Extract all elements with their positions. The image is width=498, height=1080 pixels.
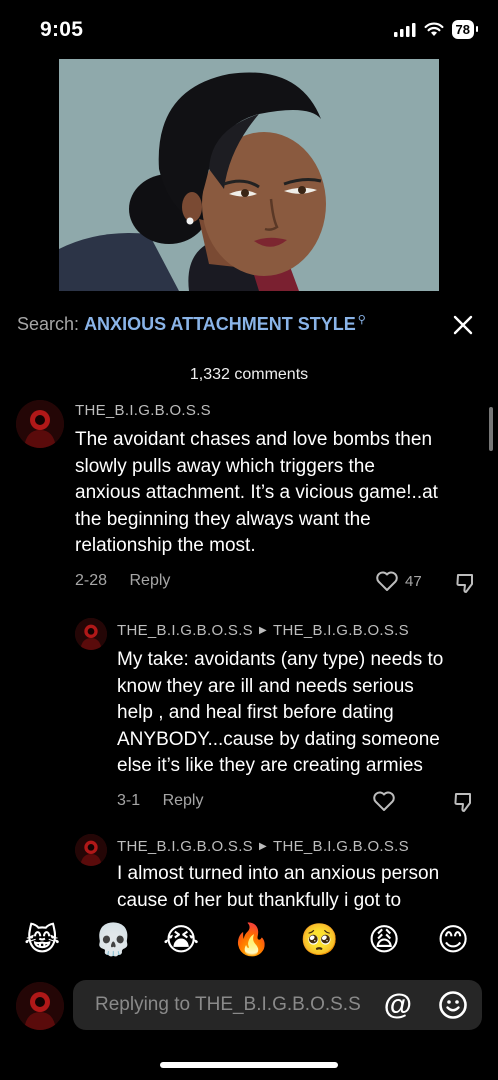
scrollbar[interactable] [489, 407, 493, 451]
comment-username[interactable]: THE_B.I.G.B.O.S.S ▶ THE_B.I.G.B.O.S.S [117, 838, 409, 855]
like-button[interactable]: 47 [375, 570, 422, 592]
like-count: 47 [405, 572, 422, 590]
search-icon: ⚲ [357, 314, 366, 326]
comment-text-line: The avoidant chases and love bombs then [75, 429, 433, 450]
search-label: Search: [17, 314, 80, 334]
comment-text-line: else it’s like they are creating armies [117, 755, 423, 776]
status-icons: 78 [393, 20, 479, 39]
emoji-crying[interactable]: 😭 [163, 920, 199, 960]
emoji-smile[interactable]: 😊 [437, 920, 469, 960]
avatar[interactable] [75, 834, 107, 866]
comment-text: The avoidant chases and love bombs then … [75, 427, 438, 560]
comment-text-line: ANYBODY...cause by dating someone [117, 728, 440, 750]
search-query[interactable]: Search: ANXIOUS ATTACHMENT STYLE ⚲ [17, 314, 366, 335]
comment-text-line: the beginning they always want the [75, 508, 371, 530]
comments-count: 1,332 comments [189, 366, 309, 383]
signal-icon [393, 22, 416, 37]
emoji-weary[interactable]: 😩 [368, 920, 400, 960]
avatar-image [16, 982, 64, 1030]
reply-arrow-icon: ▶ [258, 625, 267, 636]
reply-comment-item: THE_B.I.G.B.O.S.S ▶ THE_B.I.G.B.O.S.S I al… [0, 834, 498, 918]
comment-text-line: slowly pulls away which triggers the [75, 455, 375, 477]
reply-to-user[interactable]: THE_B.I.G.B.O.S.S [273, 838, 409, 855]
comment-date: 3-1 [117, 792, 141, 809]
comment-text-line: relationship the most. [75, 535, 256, 556]
comment-date: 2-28 [75, 572, 108, 589]
status-bar: 9:05 78 [0, 0, 498, 58]
emoji-pleading[interactable]: 🥺 [300, 920, 339, 960]
reply-author[interactable]: THE_B.I.G.B.O.S.S [117, 622, 253, 639]
reply-input[interactable]: Replying to THE_B.I.G.B.O.S.S @ [73, 980, 482, 1030]
reply-arrow-icon: ▶ [258, 841, 267, 852]
reply-button[interactable]: Reply [129, 572, 170, 589]
comment-text-line: help , and heal first before dating [117, 702, 394, 723]
comment-meta: 3-1 Reply [117, 792, 203, 810]
reply-author[interactable]: THE_B.I.G.B.O.S.S [117, 838, 253, 855]
comment-text: I almost turned into an anxious person c… [117, 861, 439, 914]
reply-input-row: Replying to THE_B.I.G.B.O.S.S @ [0, 978, 498, 1034]
current-user-avatar[interactable] [16, 982, 64, 1030]
emoji-picker-icon[interactable] [438, 990, 468, 1020]
wifi-icon [424, 22, 444, 36]
avatar-image [16, 400, 64, 448]
search-bar[interactable]: Search: ANXIOUS ATTACHMENT STYLE ⚲ [0, 306, 498, 342]
comment-username[interactable]: THE_B.I.G.B.O.S.S ▶ THE_B.I.G.B.O.S.S [117, 622, 409, 639]
avatar-image [75, 618, 107, 650]
dislike-icon[interactable] [455, 572, 477, 594]
emoji-fire[interactable]: 🔥 [232, 920, 271, 960]
comment-username[interactable]: THE_B.I.G.B.O.S.S [75, 402, 211, 419]
heart-icon[interactable] [372, 790, 396, 812]
avatar-image [75, 834, 107, 866]
avatar[interactable] [16, 400, 64, 448]
search-term[interactable]: ANXIOUS ATTACHMENT STYLE [84, 314, 356, 334]
comment-text-line: My take: avoidants (any type) needs to [117, 649, 444, 670]
comment-text-line: I almost turned into an anxious person [117, 863, 440, 884]
heart-icon [376, 571, 398, 591]
reply-button[interactable]: Reply [163, 792, 204, 809]
avatar[interactable] [75, 618, 107, 650]
comment-text: My take: avoidants (any type) needs to k… [117, 647, 443, 780]
comment-text-line: cause of her but thankfully i got to [117, 889, 402, 911]
comment-meta: 2-28 Reply [75, 572, 170, 590]
emoji-skull[interactable]: 💀 [94, 920, 133, 960]
battery-indicator: 78 [451, 20, 479, 39]
cartoon-woman-illustration [59, 59, 439, 291]
emoji-quick-bar: 😹 💀 😭 🔥 🥺 😩 😊 [0, 918, 498, 966]
video-thumbnail[interactable] [59, 59, 439, 291]
comment-text-line: know they are ill and needs serious [117, 675, 414, 697]
mention-button[interactable]: @ [384, 989, 412, 1021]
emoji-cat-tears[interactable]: 😹 [24, 920, 60, 960]
close-icon[interactable] [452, 314, 474, 336]
reply-input-placeholder: Replying to THE_B.I.G.B.O.S.S [95, 994, 361, 1015]
status-time: 9:05 [40, 18, 84, 41]
comment-text-line: anxious attachment. It’s a vicious game!… [75, 482, 438, 503]
home-indicator [160, 1062, 338, 1068]
reply-to-user[interactable]: THE_B.I.G.B.O.S.S [273, 622, 409, 639]
dislike-icon[interactable] [453, 791, 475, 813]
